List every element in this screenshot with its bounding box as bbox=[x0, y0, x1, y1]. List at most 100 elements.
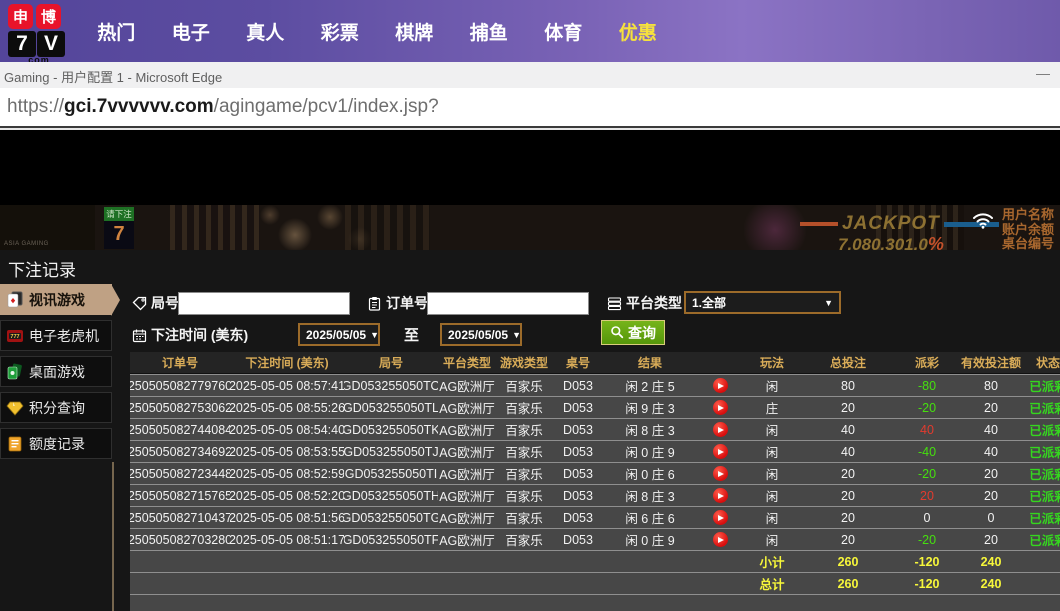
cell-result: 闲 9 庄 3 bbox=[604, 397, 696, 418]
cell-total-bet: 80 bbox=[800, 375, 896, 396]
video-games-icon bbox=[6, 291, 24, 309]
chevron-down-icon: ▼ bbox=[370, 330, 379, 340]
grand-total-row: 总计 260 -120 240 bbox=[130, 572, 1060, 594]
sidebar-item-table-games[interactable]: 桌面游戏 bbox=[0, 356, 112, 387]
table-no-label: 桌台编号 bbox=[1002, 237, 1060, 250]
search-button[interactable]: 查询 bbox=[601, 320, 665, 345]
cell-game-type: 百家乐 bbox=[496, 375, 552, 396]
balance-label: 账户余额 bbox=[1002, 223, 1060, 238]
cell-total-bet: 20 bbox=[800, 397, 896, 418]
sidebar: 视讯游戏 777 电子老虎机 桌面游戏 积分查询 额度记录 bbox=[0, 284, 113, 464]
cell-result: 闲 8 庄 3 bbox=[604, 419, 696, 440]
col-header-result: 结果 bbox=[604, 352, 696, 373]
page-title: 下注记录 bbox=[8, 256, 76, 281]
jackpot-label: JACKPOT bbox=[842, 213, 940, 235]
col-header-valid-bet: 有效投注额 bbox=[958, 352, 1024, 373]
nav-item-fishing[interactable]: 捕鱼 bbox=[452, 18, 527, 45]
grand-total-payout: -120 bbox=[896, 573, 958, 594]
play-video-button[interactable] bbox=[713, 444, 728, 459]
col-header-round: 局号 bbox=[344, 352, 438, 373]
cell-order-no: 250505082723448 bbox=[130, 463, 230, 484]
play-video-button[interactable] bbox=[713, 400, 728, 415]
play-video-button[interactable] bbox=[713, 422, 728, 437]
play-video-button[interactable] bbox=[713, 378, 728, 393]
cell-order-no: 250505082703280 bbox=[130, 529, 230, 550]
cell-payout: -80 bbox=[896, 375, 958, 396]
col-header-payout: 派彩 bbox=[896, 352, 958, 373]
nav-item-sports[interactable]: 体育 bbox=[526, 18, 601, 45]
sidebar-item-label: 电子老虎机 bbox=[29, 326, 99, 346]
table-row: 250505082779760 2025-05-05 08:57:41 GD05… bbox=[130, 374, 1060, 396]
table-row: 250505082703280 2025-05-05 08:51:17 GD05… bbox=[130, 528, 1060, 550]
browser-url-bar[interactable]: https://gci.7vvvvvv.com/agingame/pcv1/in… bbox=[0, 88, 1060, 128]
round-no-input[interactable] bbox=[178, 292, 350, 315]
cell-bet-side: 庄 bbox=[744, 397, 800, 418]
username-label: 用户名称 bbox=[1002, 208, 1060, 223]
cell-valid-bet: 0 bbox=[958, 507, 1024, 528]
cell-status: 已派彩 bbox=[1024, 441, 1060, 462]
cell-bet-side: 闲 bbox=[744, 507, 800, 528]
order-no-input[interactable] bbox=[427, 292, 589, 315]
table-row: 250505082715765 2025-05-05 08:52:20 GD05… bbox=[130, 484, 1060, 506]
cell-valid-bet: 80 bbox=[958, 375, 1024, 396]
col-header-table-no: 桌号 bbox=[552, 352, 604, 373]
sidebar-item-video-games[interactable]: 视讯游戏 bbox=[0, 284, 112, 315]
cell-table-no: D053 bbox=[552, 397, 604, 418]
tag-icon bbox=[132, 296, 147, 311]
play-icon bbox=[718, 493, 724, 499]
date-from-select[interactable]: 2025/05/05 ▼ bbox=[298, 323, 380, 346]
nav-item-hot[interactable]: 热门 bbox=[79, 18, 154, 45]
col-header-bet-side: 玩法 bbox=[744, 352, 800, 373]
sidebar-item-slots[interactable]: 777 电子老虎机 bbox=[0, 320, 112, 351]
nav-item-electronic[interactable]: 电子 bbox=[154, 18, 229, 45]
subtotal-total-bet: 260 bbox=[800, 551, 896, 572]
cell-status: 已派彩 bbox=[1024, 419, 1060, 440]
table-row: 250505082744084 2025-05-05 08:54:40 GD05… bbox=[130, 418, 1060, 440]
cell-result: 闲 0 庄 9 bbox=[604, 441, 696, 462]
nav-item-chess[interactable]: 棋牌 bbox=[377, 18, 452, 45]
cell-table-no: D053 bbox=[552, 507, 604, 528]
screen: 申 博 7 V com 热门 电子 真人 彩票 棋牌 捕鱼 体育 优惠 Gami… bbox=[0, 0, 1060, 611]
chevron-down-icon: ▼ bbox=[512, 330, 521, 340]
cell-order-no: 250505082710437 bbox=[130, 507, 230, 528]
play-video-button[interactable] bbox=[713, 466, 728, 481]
date-to-select[interactable]: 2025/05/05 ▼ bbox=[440, 323, 522, 346]
cell-platform: AG欧洲厅 bbox=[438, 463, 496, 484]
play-video-button[interactable] bbox=[713, 510, 728, 525]
subtotal-label: 小计 bbox=[744, 551, 800, 572]
cell-platform: AG欧洲厅 bbox=[438, 397, 496, 418]
cell-round-no: GD053255050TL bbox=[344, 397, 438, 418]
cell-bet-side: 闲 bbox=[744, 441, 800, 462]
platform-type-select[interactable]: 1.全部 ▼ bbox=[684, 291, 841, 314]
sidebar-item-quota-records[interactable]: 额度记录 bbox=[0, 428, 112, 459]
subtotal-valid-bet: 240 bbox=[958, 551, 1024, 572]
sidebar-item-label: 积分查询 bbox=[29, 398, 85, 418]
play-video-button[interactable] bbox=[713, 532, 728, 547]
play-icon bbox=[718, 427, 724, 433]
cell-payout: -40 bbox=[896, 441, 958, 462]
svg-text:777: 777 bbox=[10, 334, 19, 340]
nav-item-lottery[interactable]: 彩票 bbox=[303, 18, 378, 45]
cell-total-bet: 20 bbox=[800, 463, 896, 484]
cell-bet-time: 2025-05-05 08:54:40 bbox=[230, 419, 344, 440]
play-video-button[interactable] bbox=[713, 488, 728, 503]
cell-payout: -20 bbox=[896, 529, 958, 550]
grand-total-total-bet: 260 bbox=[800, 573, 896, 594]
minimize-button[interactable]: — bbox=[1028, 62, 1056, 88]
nav-item-promo[interactable]: 优惠 bbox=[601, 18, 676, 45]
chevron-down-icon: ▼ bbox=[824, 298, 833, 308]
cell-round-no: GD053255050TH bbox=[344, 485, 438, 506]
browser-title-bar: Gaming - 用户配置 1 - Microsoft Edge — bbox=[0, 62, 1060, 88]
nav-item-live[interactable]: 真人 bbox=[228, 18, 303, 45]
site-nav-items: 热门 电子 真人 彩票 棋牌 捕鱼 体育 优惠 bbox=[79, 0, 675, 62]
points-query-icon bbox=[6, 399, 24, 417]
cell-bet-side: 闲 bbox=[744, 375, 800, 396]
platform-list-icon bbox=[607, 296, 622, 311]
date-from-value: 2025/05/05 bbox=[306, 328, 366, 342]
cell-game-type: 百家乐 bbox=[496, 463, 552, 484]
sidebar-item-points-query[interactable]: 积分查询 bbox=[0, 392, 112, 423]
site-logo[interactable]: 申 博 7 V com bbox=[8, 4, 70, 62]
cell-round-no: GD053255050TG bbox=[344, 507, 438, 528]
banner-left-box: ASIA GAMING bbox=[0, 205, 95, 250]
site-nav-bar: 申 博 7 V com 热门 电子 真人 彩票 棋牌 捕鱼 体育 优惠 bbox=[0, 0, 1060, 62]
